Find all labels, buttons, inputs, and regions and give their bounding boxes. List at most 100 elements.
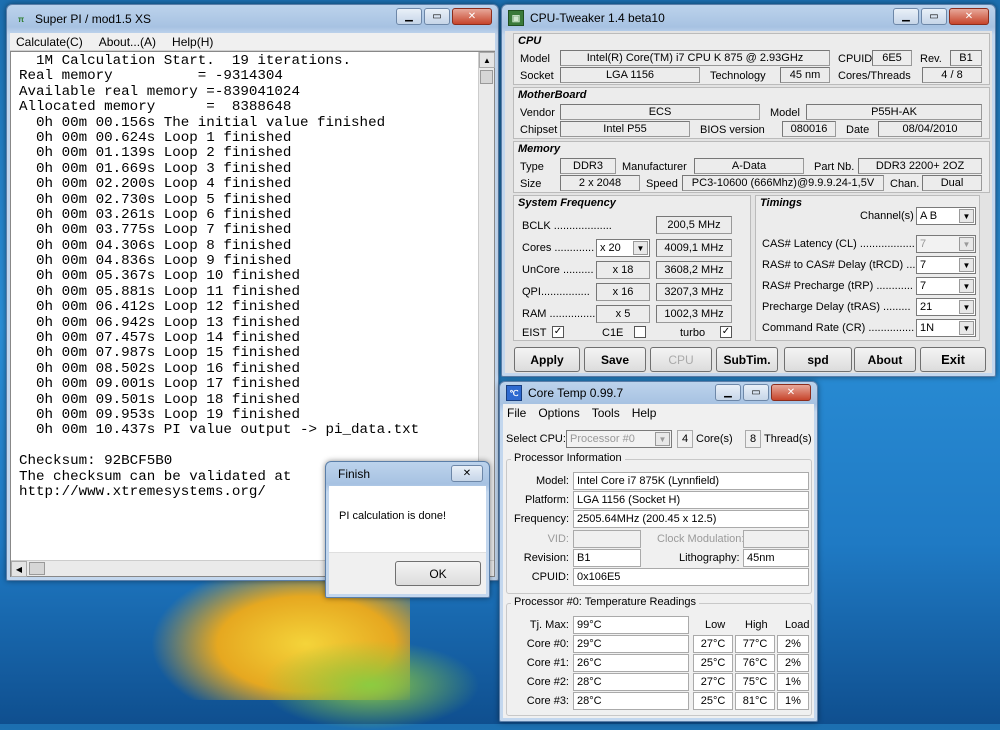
chevron-down-icon[interactable]: ▼ <box>959 321 974 335</box>
vendor-value: ECS <box>560 104 760 120</box>
coretemp-body: Select CPU: Processor #0 ▼ 4 Core(s) 8 Th… <box>503 422 814 718</box>
cr-select[interactable]: 1N ▼ <box>916 319 976 337</box>
output-line: 1M Calculation Start. 19 iterations. <box>19 53 352 69</box>
core-high: 76°C <box>735 654 775 672</box>
menu-tools[interactable]: Tools <box>592 406 620 420</box>
close-button[interactable]: ✕ <box>451 465 483 482</box>
chevron-down-icon[interactable]: ▼ <box>633 241 648 255</box>
trp-label: RAS# Precharge (tRP) ............ <box>762 280 913 292</box>
spd-button[interactable]: spd <box>784 347 852 372</box>
rev-label: Rev. <box>920 53 942 65</box>
close-button[interactable]: ✕ <box>452 8 492 25</box>
partnb-label: Part Nb. <box>814 161 855 173</box>
close-button[interactable]: ✕ <box>949 8 989 25</box>
rev-value: B1 <box>950 50 982 66</box>
output-line: 0h 00m 03.775s Loop 7 finished <box>19 222 292 239</box>
cl-label: CAS# Latency (CL) .................. <box>762 238 915 250</box>
core-low: 27°C <box>693 635 733 653</box>
menu-help[interactable]: Help(H) <box>172 35 213 49</box>
finish-message: PI calculation is done! <box>339 510 447 522</box>
maximize-button[interactable]: ▭ <box>424 8 450 25</box>
ok-button[interactable]: OK <box>395 561 481 586</box>
menu-about[interactable]: About...(A) <box>99 35 156 49</box>
apply-button[interactable]: Apply <box>514 347 580 372</box>
save-button[interactable]: Save <box>584 347 646 372</box>
minimize-button[interactable]: ▁ <box>715 384 741 401</box>
chevron-down-icon[interactable]: ▼ <box>959 237 974 251</box>
output-line: 0h 00m 04.306s Loop 8 finished <box>19 237 292 254</box>
cl-select[interactable]: 7 ▼ <box>916 235 976 253</box>
ram-value: 1002,3 MHz <box>656 305 732 323</box>
chevron-down-icon[interactable]: ▼ <box>655 432 670 446</box>
maximize-button[interactable]: ▭ <box>921 8 947 25</box>
finish-titlebar[interactable]: Finish ✕ <box>326 462 489 486</box>
size-value: 2 x 2048 <box>560 175 640 191</box>
eist-label: EIST <box>522 327 547 339</box>
about-button[interactable]: About <box>854 347 916 372</box>
load-header: Load <box>785 619 810 631</box>
size-label: Size <box>520 178 542 190</box>
hscroll-thumb[interactable] <box>29 562 45 575</box>
select-value: A B <box>920 210 938 222</box>
menu-help[interactable]: Help <box>632 406 657 420</box>
chevron-down-icon[interactable]: ▼ <box>959 209 974 223</box>
scroll-left-arrow-icon[interactable]: ◀ <box>11 561 27 577</box>
output-line: 0h 00m 09.001s Loop 17 finished <box>19 376 300 393</box>
core-temp: 28°C <box>573 673 689 691</box>
cores-multiplier-select[interactable]: x 20 ▼ <box>596 239 650 257</box>
coretemp-titlebar[interactable]: ℃ Core Temp 0.99.7 ▁ ▭ ✕ <box>500 382 817 404</box>
output-line: Real memory = -9314304 <box>19 68 283 85</box>
menu-options[interactable]: Options <box>538 406 579 420</box>
channel-select[interactable]: A B ▼ <box>916 207 976 225</box>
chevron-down-icon[interactable]: ▼ <box>959 300 974 314</box>
cpuid-label: CPUID <box>838 53 873 65</box>
tech-value: 45 nm <box>780 67 830 83</box>
select-value: 7 <box>920 259 927 271</box>
close-button[interactable]: ✕ <box>771 384 811 401</box>
output-line: 0h 00m 09.501s Loop 18 finished <box>19 391 300 408</box>
turbo-checkbox[interactable]: ✓ <box>720 326 732 338</box>
menu-bar: File Options Tools Help <box>503 404 814 422</box>
group-title: CPU <box>518 35 542 47</box>
core-name: Core #1: <box>526 657 569 669</box>
tjmax-label: Tj. Max: <box>529 619 569 631</box>
maximize-button[interactable]: ▭ <box>743 384 769 401</box>
date-label: Date <box>846 124 870 136</box>
bclk-value: 200,5 MHz <box>656 216 732 234</box>
model-value: Intel Core i7 875K (Lynnfield) <box>573 472 809 490</box>
output-line: 0h 00m 09.953s Loop 19 finished <box>19 406 300 423</box>
memory-group: Memory Type DDR3 Manufacturer A-Data Par… <box>513 141 990 193</box>
type-label: Type <box>520 161 544 173</box>
cpu-button[interactable]: CPU <box>650 347 712 372</box>
exit-button[interactable]: Exit <box>920 347 986 372</box>
output-line: 0h 00m 04.836s Loop 9 finished <box>19 253 292 270</box>
subtim-button[interactable]: SubTim. <box>716 347 778 372</box>
c1e-checkbox[interactable] <box>634 326 646 338</box>
scroll-up-arrow-icon[interactable]: ▲ <box>479 52 495 68</box>
core-high: 77°C <box>735 635 775 653</box>
select-value: 7 <box>920 238 927 250</box>
menu-file[interactable]: File <box>507 406 526 420</box>
uncore-label: UnCore .......... <box>522 264 594 276</box>
output-line: Allocated memory = 8388648 <box>19 99 292 116</box>
tweaker-titlebar[interactable]: ▣ CPU-Tweaker 1.4 beta10 ▁ ▭ ✕ <box>502 5 995 31</box>
cores-threads-value: 4 / 8 <box>922 67 982 83</box>
trcd-label: RAS# to CAS# Delay (tRCD) ... <box>762 259 916 271</box>
trcd-select[interactable]: 7 ▼ <box>916 256 976 274</box>
scroll-thumb[interactable] <box>480 70 493 84</box>
speed-label: Speed <box>646 178 678 190</box>
chevron-down-icon[interactable]: ▼ <box>959 258 974 272</box>
menu-calculate[interactable]: Calculate(C) <box>16 35 83 49</box>
minimize-button[interactable]: ▁ <box>893 8 919 25</box>
revision-label: Revision: <box>523 552 569 564</box>
chipset-label: Chipset <box>520 124 558 136</box>
trp-select[interactable]: 7 ▼ <box>916 277 976 295</box>
select-value: Processor #0 <box>570 433 635 445</box>
eist-checkbox[interactable]: ✓ <box>552 326 564 338</box>
minimize-button[interactable]: ▁ <box>396 8 422 25</box>
manufacturer-label: Manufacturer <box>622 161 687 173</box>
chevron-down-icon[interactable]: ▼ <box>959 279 974 293</box>
select-cpu-dropdown[interactable]: Processor #0 ▼ <box>566 430 672 448</box>
tras-select[interactable]: 21 ▼ <box>916 298 976 316</box>
superpi-titlebar[interactable]: π Super PI / mod1.5 XS ▁ ▭ ✕ <box>7 5 498 33</box>
